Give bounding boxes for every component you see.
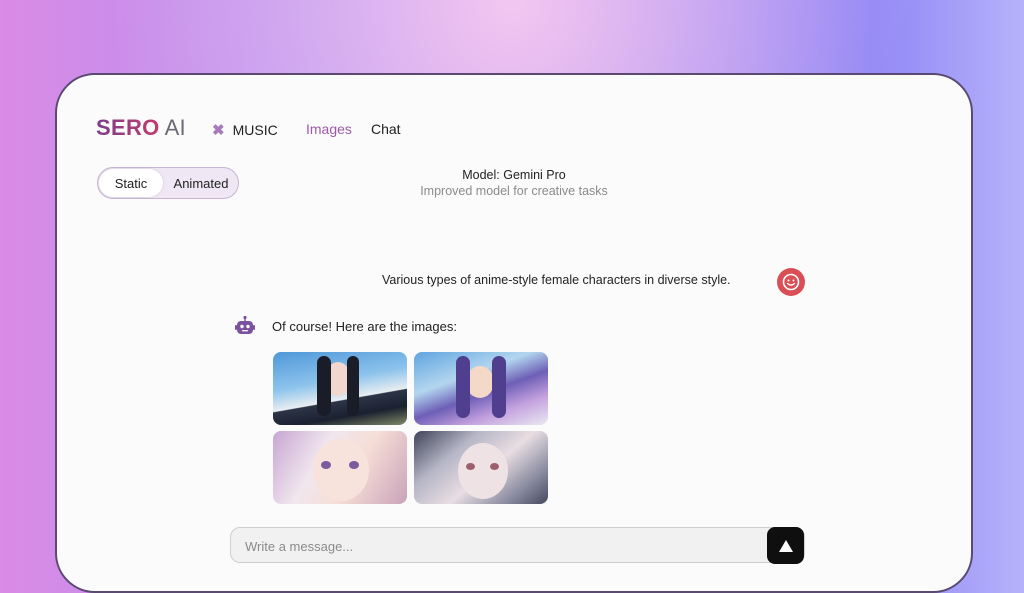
model-title: Model: Gemini Pro <box>462 168 566 182</box>
model-subtitle: Improved model for creative tasks <box>420 184 608 198</box>
brand-suffix: AI <box>164 115 186 140</box>
brand-logo[interactable]: SERO AI <box>96 115 186 141</box>
robot-icon <box>235 315 255 334</box>
user-avatar[interactable] <box>777 268 805 296</box>
puzzle-icon: ✖ <box>212 122 225 139</box>
generated-image-2[interactable] <box>414 352 548 425</box>
smiley-icon <box>782 273 800 291</box>
message-composer <box>230 527 805 564</box>
generated-image-4[interactable] <box>414 431 548 504</box>
generated-image-1[interactable] <box>273 352 407 425</box>
image-grid <box>273 352 549 504</box>
arrow-up-icon <box>778 539 793 552</box>
send-button[interactable] <box>767 527 804 564</box>
generated-image-3[interactable] <box>273 431 407 504</box>
nav-chat[interactable]: Chat <box>371 121 401 137</box>
bot-message: Of course! Here are the images: <box>272 319 457 334</box>
message-input[interactable] <box>243 528 767 564</box>
nav-music[interactable]: ✖ MUSIC <box>212 121 278 139</box>
nav-music-label: MUSIC <box>232 122 278 138</box>
brand-name: SERO <box>96 115 160 140</box>
nav-images[interactable]: Images <box>306 121 352 137</box>
app-window: SERO AI ✖ MUSIC Images Chat Static Animat… <box>55 73 973 593</box>
user-message: Various types of anime-style female char… <box>382 273 731 287</box>
